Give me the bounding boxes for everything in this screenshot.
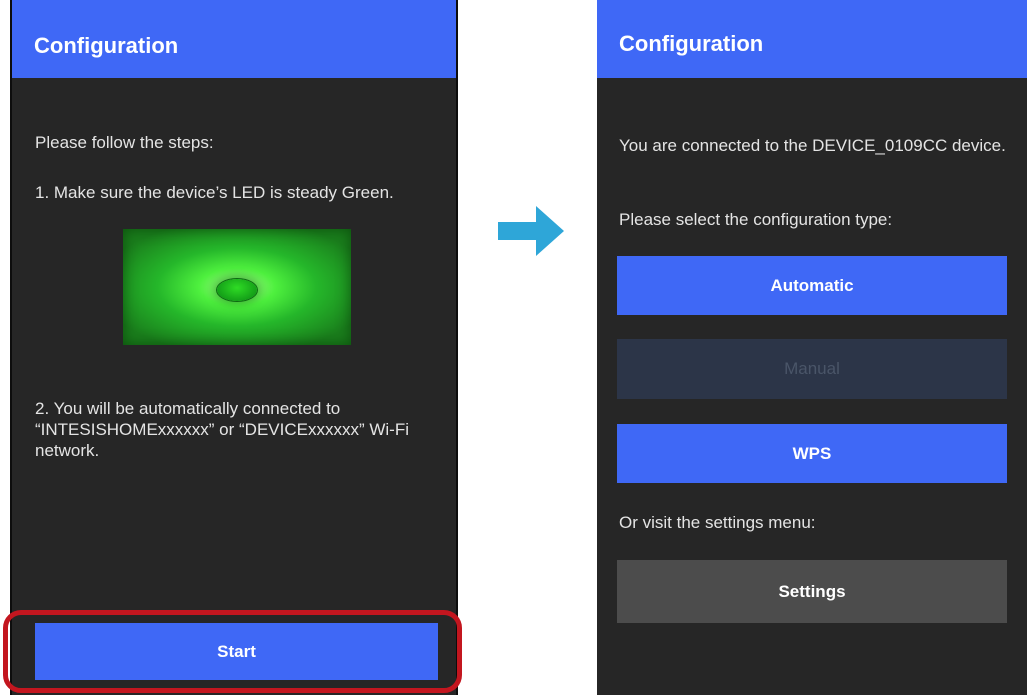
- start-button[interactable]: Start: [35, 623, 438, 680]
- app-bar-title: Configuration: [619, 31, 764, 56]
- step-2-text: 2. You will be automatically connected t…: [35, 399, 409, 460]
- app-bar: Configuration: [597, 0, 1027, 78]
- arrow-right-icon: [498, 206, 564, 256]
- select-config-type-text: Please select the configuration type:: [619, 210, 893, 229]
- step-1-text: 1. Make sure the device’s LED is steady …: [35, 183, 394, 202]
- wps-button[interactable]: WPS: [617, 424, 1007, 483]
- led-icon: [217, 279, 257, 301]
- automatic-button[interactable]: Automatic: [617, 256, 1007, 315]
- app-bar-title: Configuration: [34, 33, 179, 58]
- app-bar: Configuration: [12, 0, 456, 78]
- right-phone-screen: Configuration You are connected to the D…: [597, 0, 1027, 695]
- device-led-image: [123, 229, 351, 345]
- left-phone-screen: Configuration Please follow the steps: 1…: [10, 0, 458, 695]
- settings-button[interactable]: Settings: [617, 560, 1007, 623]
- manual-button[interactable]: Manual: [617, 339, 1007, 399]
- connected-device-text: You are connected to the DEVICE_0109CC d…: [619, 136, 1006, 155]
- intro-text: Please follow the steps:: [35, 133, 214, 152]
- visit-settings-text: Or visit the settings menu:: [619, 513, 816, 532]
